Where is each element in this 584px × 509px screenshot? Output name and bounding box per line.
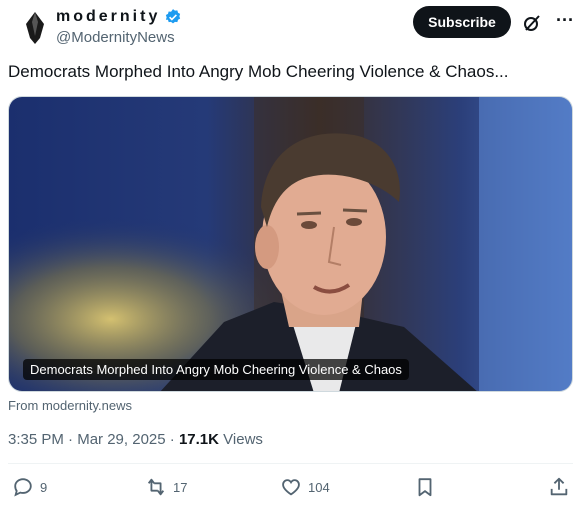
subscribe-button[interactable]: Subscribe	[413, 6, 511, 38]
meta-separator: ·	[68, 431, 74, 448]
reply-button[interactable]: 9	[12, 476, 47, 498]
more-icon[interactable]: ···	[553, 11, 577, 32]
post-header: modernity @ModernityNews Subscribe ···	[8, 6, 576, 50]
views-label: Views	[223, 431, 263, 448]
post-text: Democrats Morphed Into Angry Mob Cheerin…	[8, 62, 509, 81]
source-link[interactable]: From modernity.news	[8, 398, 132, 413]
divider	[8, 463, 573, 464]
verified-badge-icon	[164, 8, 182, 26]
share-icon	[550, 477, 568, 496]
display-name[interactable]: modernity	[56, 8, 182, 26]
like-count: 104	[308, 479, 330, 495]
bookmark-icon	[418, 478, 432, 497]
bookmark-button[interactable]	[414, 476, 436, 498]
repost-icon	[147, 478, 165, 496]
meta-separator: ·	[169, 431, 175, 448]
views-count: 17.1K	[178, 431, 219, 448]
reply-count: 9	[40, 479, 48, 495]
like-button[interactable]: 104	[280, 476, 330, 498]
repost-button[interactable]: 17	[145, 476, 187, 498]
avatar[interactable]	[16, 8, 54, 46]
share-button[interactable]	[548, 476, 570, 498]
repost-count: 17	[173, 479, 188, 495]
post-date[interactable]: Mar 29, 2025	[77, 431, 165, 448]
media-card[interactable]: Democrats Morphed Into Angry Mob Cheerin…	[8, 96, 573, 392]
action-bar: 9 17 104	[8, 476, 573, 504]
media-caption: Democrats Morphed Into Angry Mob Cheerin…	[23, 359, 409, 380]
reply-icon	[14, 478, 32, 497]
post-meta: 3:35 PM · Mar 29, 2025 · 17.1K Views	[8, 431, 263, 448]
grok-icon[interactable]	[522, 13, 542, 33]
like-icon	[282, 479, 300, 496]
handle[interactable]: @ModernityNews	[56, 29, 182, 46]
post-time[interactable]: 3:35 PM	[8, 431, 64, 448]
display-name-text: modernity	[56, 8, 161, 25]
video-thumbnail	[9, 97, 572, 391]
